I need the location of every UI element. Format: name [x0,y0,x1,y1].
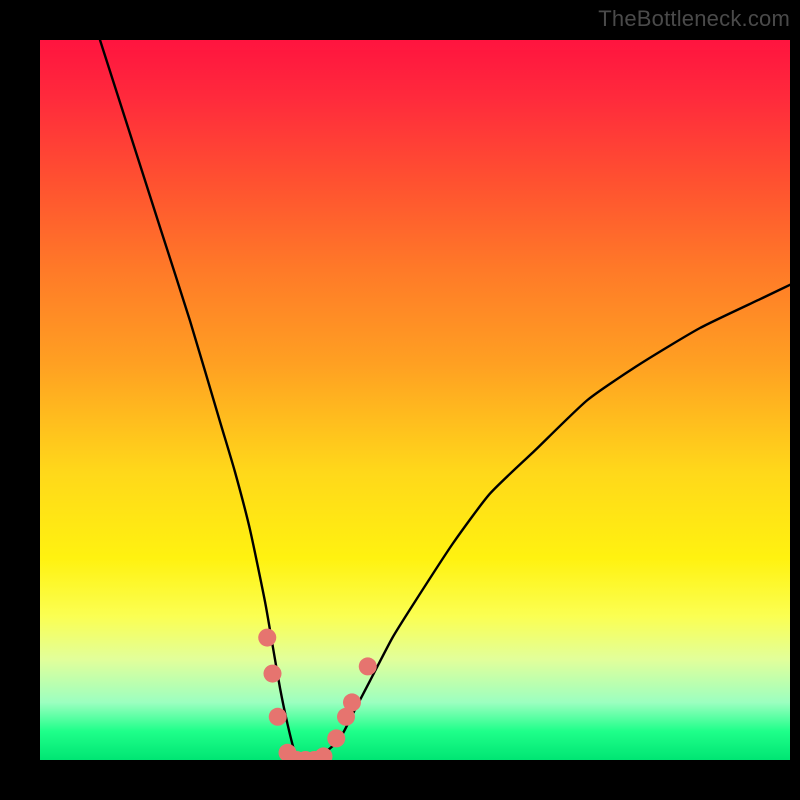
chart-frame: TheBottleneck.com [0,0,800,800]
watermark-text: TheBottleneck.com [598,6,790,32]
plot-background-gradient [40,40,790,760]
